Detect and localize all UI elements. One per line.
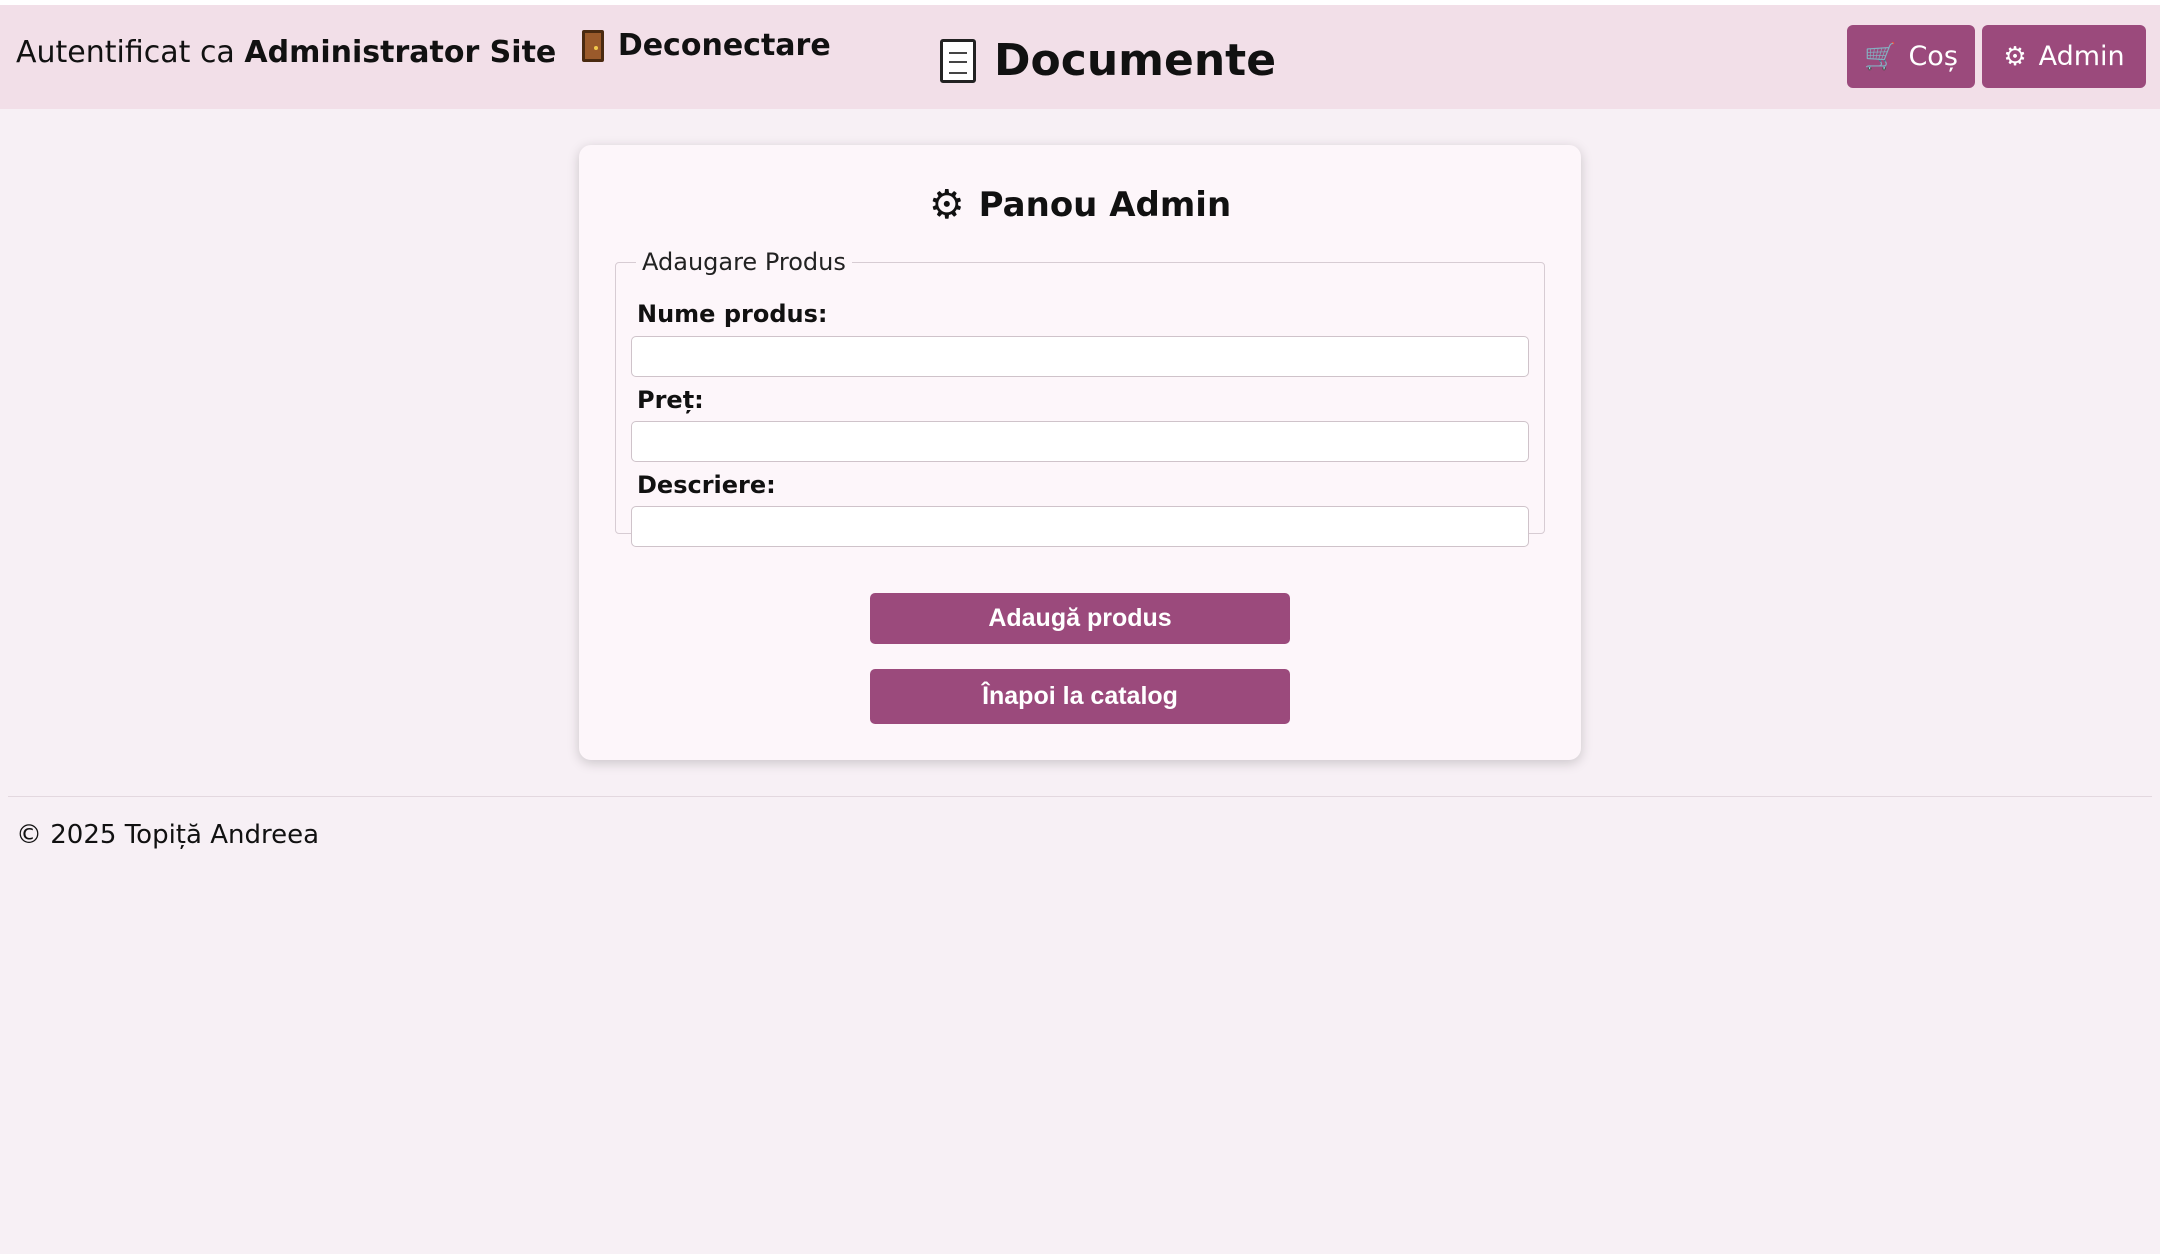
product-name-input[interactable] xyxy=(631,336,1529,377)
footer-copyright: © 2025 Topiță Andreea xyxy=(16,820,319,850)
price-input[interactable] xyxy=(631,421,1529,462)
page-title-text: Documente xyxy=(994,35,1277,86)
add-product-button[interactable]: Adaugă produs xyxy=(870,593,1290,644)
cart-label: Coș xyxy=(1908,41,1958,72)
description-label: Descriere: xyxy=(637,471,776,499)
gear-icon: ⚙ xyxy=(2003,41,2027,72)
logout-link[interactable]: Deconectare xyxy=(581,25,831,67)
description-input[interactable] xyxy=(631,506,1529,547)
admin-label: Admin xyxy=(2038,41,2125,72)
back-to-catalog-button[interactable]: Înapoi la catalog xyxy=(870,669,1290,724)
footer-divider xyxy=(8,796,2152,797)
user-name: Administrator Site xyxy=(244,35,557,70)
panel-title-text: Panou Admin xyxy=(978,185,1232,225)
cart-icon: 🛒 xyxy=(1864,41,1897,72)
door-icon xyxy=(581,30,604,62)
admin-button[interactable]: ⚙ Admin xyxy=(1982,25,2146,88)
gear-icon: ⚙ xyxy=(928,182,965,228)
page-title: Documente xyxy=(940,35,1276,86)
product-name-label: Nume produs: xyxy=(637,300,828,328)
logout-label: Deconectare xyxy=(617,28,831,63)
price-label: Preț: xyxy=(637,386,704,414)
admin-panel-card: ⚙ Panou Admin Adaugare Produs Nume produ… xyxy=(579,145,1581,760)
add-product-fieldset: Adaugare Produs Nume produs: Preț: Descr… xyxy=(615,248,1545,547)
fieldset-legend: Adaugare Produs xyxy=(642,248,846,276)
auth-status: Autentificat ca Administrator Site Decon… xyxy=(16,25,831,74)
panel-title: ⚙ Panou Admin xyxy=(579,185,1581,225)
cart-button[interactable]: 🛒 Coș xyxy=(1847,25,1975,88)
auth-prefix: Autentificat ca xyxy=(16,35,235,70)
site-header: Autentificat ca Administrator Site Decon… xyxy=(0,5,2160,109)
document-icon xyxy=(940,38,976,83)
